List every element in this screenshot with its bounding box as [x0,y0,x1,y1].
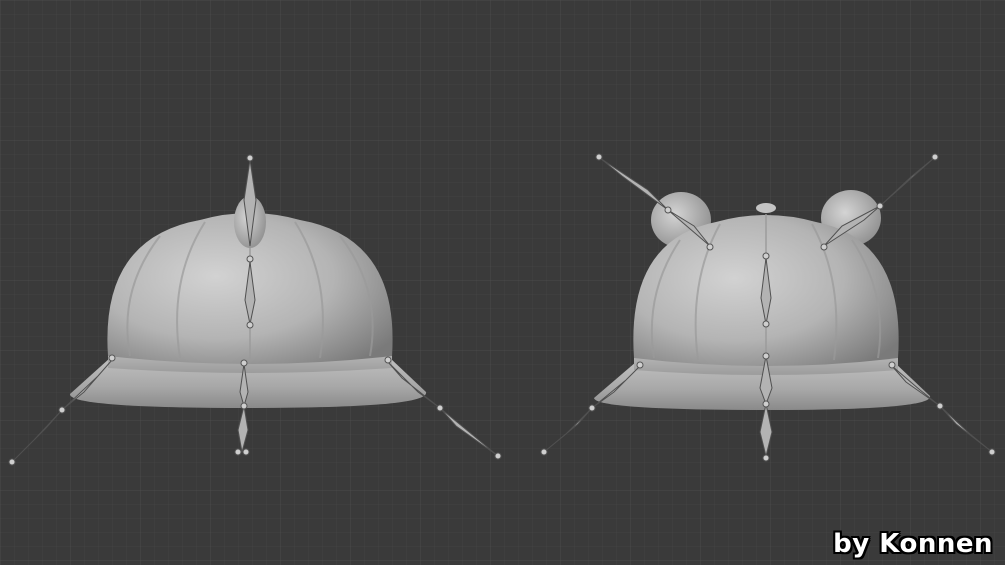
author-watermark: by Konnen [833,529,993,559]
viewport-stage: by Konnen [0,0,1005,565]
3d-viewport[interactable] [0,0,1005,565]
helmet-top-knob [756,203,776,213]
